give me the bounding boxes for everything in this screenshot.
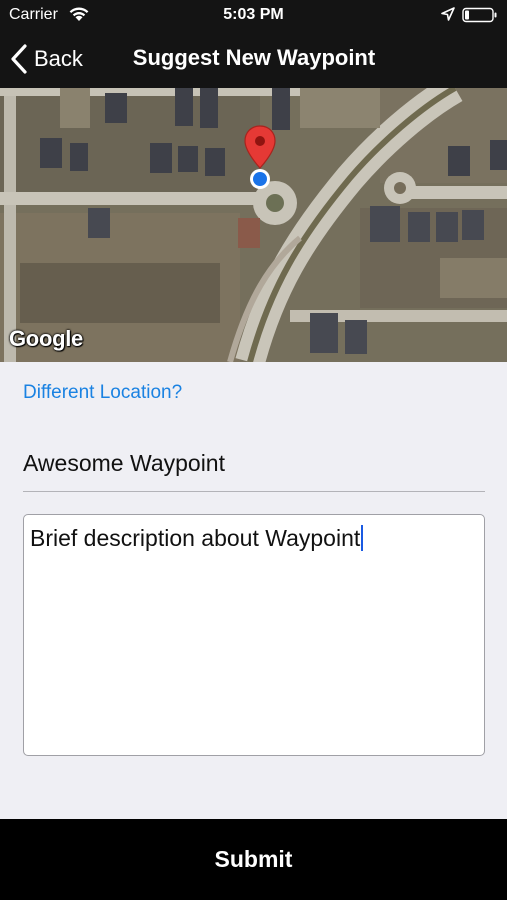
description-textarea[interactable]: Brief description about Waypoint xyxy=(23,514,485,756)
battery-icon xyxy=(462,7,497,23)
location-arrow-icon xyxy=(441,7,455,21)
location-pin-icon xyxy=(244,125,276,189)
different-location-link[interactable]: Different Location? xyxy=(23,382,182,404)
google-attribution: Google xyxy=(9,326,83,351)
description-text: Brief description about Waypoint xyxy=(30,525,361,551)
waypoint-name-field[interactable] xyxy=(23,436,485,492)
text-cursor xyxy=(361,525,364,551)
submit-button[interactable]: Submit xyxy=(0,819,507,900)
map-view[interactable]: Google xyxy=(0,88,507,362)
navigation-bar: Back Suggest New Waypoint xyxy=(0,30,507,88)
submit-label: Submit xyxy=(214,846,293,872)
status-time: 5:03 PM xyxy=(223,6,284,23)
page-title: Suggest New Waypoint xyxy=(132,45,376,70)
status-bar: Carrier 5:03 PM xyxy=(0,0,507,30)
